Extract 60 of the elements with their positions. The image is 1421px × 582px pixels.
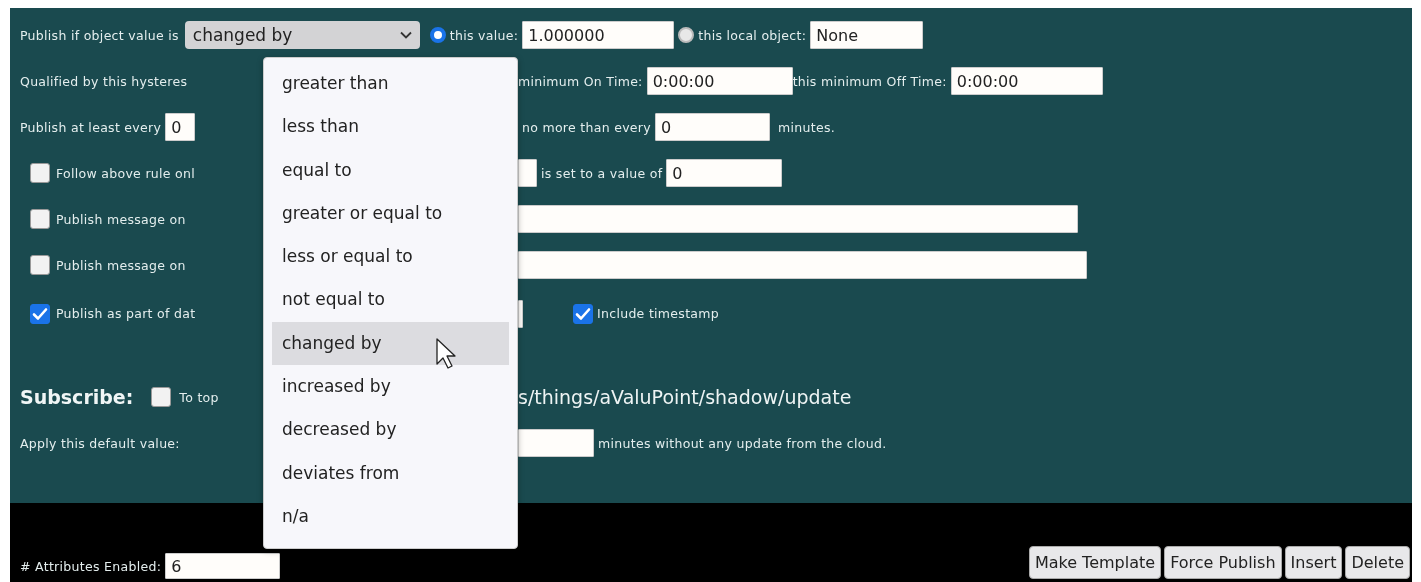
menu-option[interactable]: greater or equal to — [272, 191, 509, 236]
label-text: Publish at least every — [20, 119, 162, 135]
text-field[interactable] — [518, 159, 537, 187]
menu-option[interactable]: less or equal to — [272, 235, 509, 279]
menu-option[interactable]: n/a — [272, 494, 509, 539]
text-field[interactable] — [518, 429, 594, 457]
label-text: this value: — [449, 27, 519, 43]
label-text: Qualified by this hysteres — [20, 73, 188, 89]
text-field[interactable] — [518, 205, 1078, 233]
label-text: # Attributes Enabled: — [20, 558, 162, 574]
text-field[interactable]: None — [810, 21, 924, 49]
text-field[interactable]: 0:00:00 — [950, 67, 1103, 95]
label-text: Publish if object value is — [20, 27, 179, 43]
menu-option[interactable]: deviates from — [272, 451, 509, 495]
text-field[interactable] — [518, 251, 1087, 279]
label-text: To top — [179, 389, 219, 405]
label-text: minimum On Time: — [518, 73, 643, 89]
checkbox[interactable] — [30, 163, 50, 183]
label-text: this local object: — [698, 27, 807, 43]
label-text: minutes. — [778, 119, 835, 135]
menu-option[interactable]: greater than — [272, 62, 509, 106]
text-field[interactable] — [518, 299, 523, 328]
label-text: Publish as part of dat — [56, 306, 196, 321]
label-text: Apply this default value: — [20, 435, 180, 451]
menu-option[interactable]: less than — [272, 105, 509, 149]
cursor-icon — [435, 338, 457, 370]
label-text: Publish message on — [56, 211, 186, 227]
checkbox[interactable] — [30, 255, 50, 275]
menu-option[interactable]: increased by — [272, 365, 509, 409]
checkbox[interactable] — [30, 209, 50, 229]
text-field[interactable]: 0 — [165, 113, 196, 141]
text-field[interactable]: 6 — [165, 553, 281, 579]
caret-icon — [399, 31, 412, 39]
menu-option[interactable]: equal to — [272, 148, 509, 192]
label-text: is set to a value of — [541, 165, 663, 181]
action-button[interactable]: Force Publish — [1164, 546, 1282, 579]
radio-button[interactable] — [429, 27, 446, 43]
menu-option[interactable]: changed by — [272, 321, 509, 366]
action-button[interactable]: Insert — [1284, 546, 1343, 579]
menu-option[interactable]: not equal to — [272, 278, 509, 322]
text-field[interactable]: 0:00:00 — [646, 67, 793, 95]
action-button[interactable]: Delete — [1345, 546, 1410, 579]
dropdown-select[interactable]: changed by — [184, 21, 420, 49]
action-button[interactable]: Make Template — [1028, 546, 1162, 579]
label-text: minutes without any update from the cloud. — [598, 435, 887, 451]
section-title: Subscribe: — [20, 386, 134, 408]
text-field[interactable]: 1.000000 — [522, 21, 675, 49]
menu-option[interactable]: decreased by — [272, 408, 509, 452]
radio-button[interactable] — [678, 27, 695, 43]
label-text: Publish message on — [56, 257, 186, 273]
label-text: this minimum Off Time: — [792, 73, 947, 89]
label-text: no more than every — [522, 119, 651, 135]
text-field[interactable]: 0 — [655, 113, 770, 141]
label-text: Include timestamp — [597, 306, 719, 321]
text-field[interactable]: 0 — [666, 159, 783, 187]
topic-text: s/things/aValuPoint/shadow/update — [518, 386, 852, 408]
checkbox[interactable] — [30, 303, 50, 324]
checkbox[interactable] — [151, 387, 172, 407]
checkbox[interactable] — [573, 303, 593, 324]
label-text: Follow above rule onl — [56, 165, 196, 181]
